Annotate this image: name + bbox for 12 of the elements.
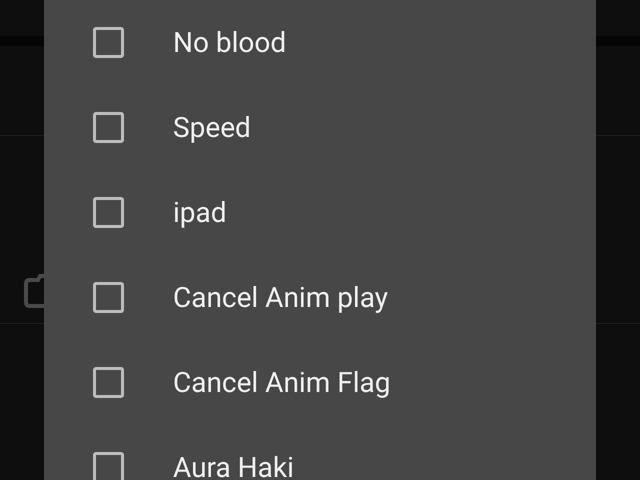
option-label: No blood <box>173 24 286 60</box>
option-label: Speed <box>173 110 251 146</box>
checkbox[interactable] <box>93 112 124 143</box>
checkbox[interactable] <box>93 282 124 313</box>
checkbox[interactable] <box>93 367 124 398</box>
checkbox[interactable] <box>93 197 124 228</box>
option-label: ipad <box>173 194 227 230</box>
checkbox[interactable] <box>93 27 124 58</box>
option-label: Cancel Anim play <box>173 280 388 316</box>
checkbox[interactable] <box>93 452 124 480</box>
option-label: Aura Haki <box>173 450 294 480</box>
option-label: Cancel Anim Flag <box>173 364 390 400</box>
